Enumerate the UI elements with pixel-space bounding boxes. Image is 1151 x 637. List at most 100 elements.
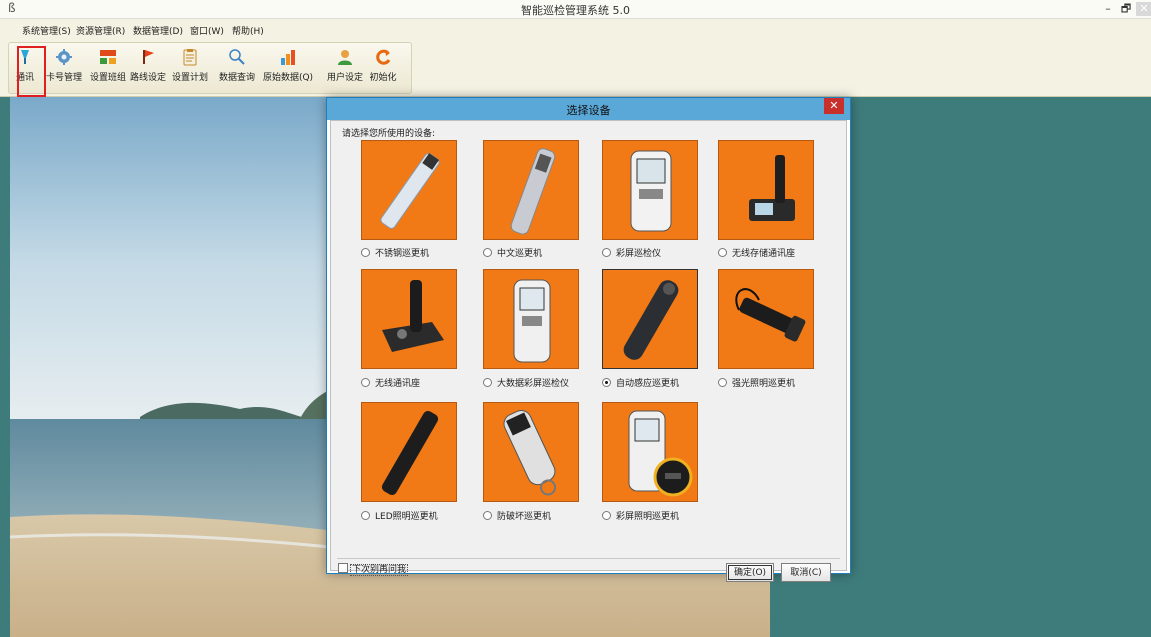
minimize-button[interactable]: – <box>1100 2 1116 16</box>
anti-vandal-patrol-device-image <box>503 409 557 496</box>
toolbar-route-setting-button[interactable]: 路线设定 <box>129 45 167 89</box>
close-window-button[interactable]: ✕ <box>1136 2 1151 16</box>
device-option-auto-sense[interactable]: 自动感应巡更机 <box>602 376 679 389</box>
radio-strong-light[interactable] <box>718 378 727 387</box>
strong-light-patrol-device-image <box>735 288 806 342</box>
menu-window[interactable]: 窗口(W) <box>190 24 224 37</box>
toolbar-label: 用户设定 <box>327 73 364 83</box>
device-option-label: 无线存储通讯座 <box>732 249 796 259</box>
device-option-label: 大数据彩屏巡检仪 <box>497 379 570 389</box>
chinese-patrol-device-image <box>510 148 556 235</box>
color-screen-inspector-image <box>630 150 672 232</box>
bar-chart-icon <box>281 50 295 65</box>
device-card-anti-vandal[interactable] <box>483 402 579 502</box>
wireless-storage-dock-image <box>749 155 795 221</box>
dialog-divider <box>337 558 840 559</box>
route-flag-icon <box>143 50 154 64</box>
device-card-bigdata[interactable] <box>483 269 579 369</box>
toolbar-label: 初始化 <box>369 73 397 83</box>
dialog-prompt: 请选择您所使用的设备: <box>342 129 436 139</box>
device-option-bigdata[interactable]: 大数据彩屏巡检仪 <box>483 376 569 389</box>
toolbar-label: 卡号管理 <box>45 73 82 83</box>
toolbar-area: 通讯 卡号管理 设置班组 路线设定 设置计划 数据查询 原始数据(Q) 用户设定… <box>0 39 1151 97</box>
ok-button[interactable]: 确定(O) <box>726 563 774 582</box>
device-option-label: 无线通讯座 <box>375 379 421 389</box>
menu-data[interactable]: 数据管理(D) <box>133 24 183 37</box>
device-card-wireless-dock[interactable] <box>361 269 457 369</box>
device-card-color-light[interactable] <box>602 402 698 502</box>
device-card-chinese[interactable] <box>483 140 579 240</box>
plan-clipboard-icon <box>183 49 197 66</box>
card-management-icon <box>56 49 72 65</box>
color-screen-light-device-image <box>628 410 693 497</box>
wireless-dock-image <box>382 280 444 352</box>
device-option-led[interactable]: LED照明巡更机 <box>361 509 438 522</box>
device-option-label: 中文巡更机 <box>497 249 543 259</box>
device-card-wireless-storage[interactable] <box>718 140 814 240</box>
stainless-patrol-device-image <box>380 153 440 229</box>
radio-wireless-storage[interactable] <box>718 248 727 257</box>
cancel-button[interactable]: 取消(C) <box>781 563 831 582</box>
radio-bigdata[interactable] <box>483 378 492 387</box>
dialog-title: 选择设备 <box>566 104 611 117</box>
dont-ask-again-label: 下次别再问我 <box>350 564 409 576</box>
toolbar-label: 原始数据(Q) <box>262 73 314 83</box>
toolbar-user-setting-button[interactable]: 用户设定 <box>327 45 363 89</box>
radio-anti-vandal[interactable] <box>483 511 492 520</box>
device-card-strong-light[interactable] <box>718 269 814 369</box>
menu-resource[interactable]: 资源管理(R) <box>76 24 125 37</box>
toolbar-label: 设置计划 <box>171 73 208 83</box>
device-option-color-light[interactable]: 彩屏照明巡更机 <box>602 509 679 522</box>
toolbar-data-query-button[interactable]: 数据查询 <box>217 45 257 89</box>
toolbar-card-management-button[interactable]: 卡号管理 <box>41 45 87 89</box>
device-option-label: 彩屏巡检仪 <box>616 249 662 259</box>
dialog-close-button[interactable]: ✕ <box>824 98 844 114</box>
user-icon <box>338 50 352 65</box>
radio-auto-sense[interactable] <box>602 378 611 387</box>
selected-tool-highlight <box>17 46 46 97</box>
device-option-label: 强光照明巡更机 <box>732 379 796 389</box>
device-card-auto-sense[interactable] <box>602 269 698 369</box>
toolbar-team-setup-button[interactable]: 设置班组 <box>89 45 127 89</box>
device-option-strong-light[interactable]: 强光照明巡更机 <box>718 376 795 389</box>
dont-ask-again-option[interactable]: 下次别再问我 <box>338 562 409 576</box>
big-data-inspector-image <box>513 279 551 363</box>
device-option-wireless-storage[interactable]: 无线存储通讯座 <box>718 246 795 259</box>
device-option-label: 防破坏巡更机 <box>497 512 552 522</box>
toolbar-label: 数据查询 <box>218 73 255 83</box>
menu-help[interactable]: 帮助(H) <box>232 24 264 37</box>
select-device-dialog: 选择设备 ✕ 请选择您所使用的设备: 不锈钢巡更机 中文巡更机 彩屏巡检仪 无线… <box>326 97 851 582</box>
device-option-label: 不锈钢巡更机 <box>375 249 430 259</box>
search-icon <box>229 49 245 65</box>
toolbar-label: 设置班组 <box>89 73 126 83</box>
device-card-color-screen[interactable] <box>602 140 698 240</box>
toolbar-plan-setup-button[interactable]: 设置计划 <box>169 45 211 89</box>
toolbar-initialize-button[interactable]: 初始化 <box>367 45 399 89</box>
dialog-header: 选择设备 ✕ <box>327 98 850 120</box>
device-card-led[interactable] <box>361 402 457 502</box>
device-option-color-screen[interactable]: 彩屏巡检仪 <box>602 246 661 259</box>
menu-bar: 系统管理(S) 资源管理(R) 数据管理(D) 窗口(W) 帮助(H) <box>0 19 1151 39</box>
radio-chinese[interactable] <box>483 248 492 257</box>
radio-led[interactable] <box>361 511 370 520</box>
device-option-wireless-dock[interactable]: 无线通讯座 <box>361 376 420 389</box>
menu-system[interactable]: 系统管理(S) <box>22 24 71 37</box>
toolbar-raw-data-button[interactable]: 原始数据(Q) <box>261 45 315 89</box>
device-option-stainless[interactable]: 不锈钢巡更机 <box>361 246 429 259</box>
radio-color-screen[interactable] <box>602 248 611 257</box>
device-option-label: 自动感应巡更机 <box>616 379 680 389</box>
auto-sense-patrol-device-image <box>623 280 679 360</box>
radio-stainless[interactable] <box>361 248 370 257</box>
radio-wireless-dock[interactable] <box>361 378 370 387</box>
device-option-anti-vandal[interactable]: 防破坏巡更机 <box>483 509 551 522</box>
device-option-chinese[interactable]: 中文巡更机 <box>483 246 542 259</box>
toolbar-label: 路线设定 <box>129 73 166 83</box>
title-bar: ß 智能巡检管理系统 5.0 – 🗗 ✕ <box>0 0 1151 19</box>
window-title: 智能巡检管理系统 5.0 <box>521 4 630 17</box>
device-card-stainless[interactable] <box>361 140 457 240</box>
dont-ask-again-checkbox[interactable] <box>338 563 348 573</box>
restore-button[interactable]: 🗗 <box>1118 2 1134 16</box>
led-patrol-device-image <box>381 410 439 496</box>
radio-color-light[interactable] <box>602 511 611 520</box>
dialog-body: 请选择您所使用的设备: 不锈钢巡更机 中文巡更机 彩屏巡检仪 无线存储通讯座 无… <box>330 120 847 582</box>
